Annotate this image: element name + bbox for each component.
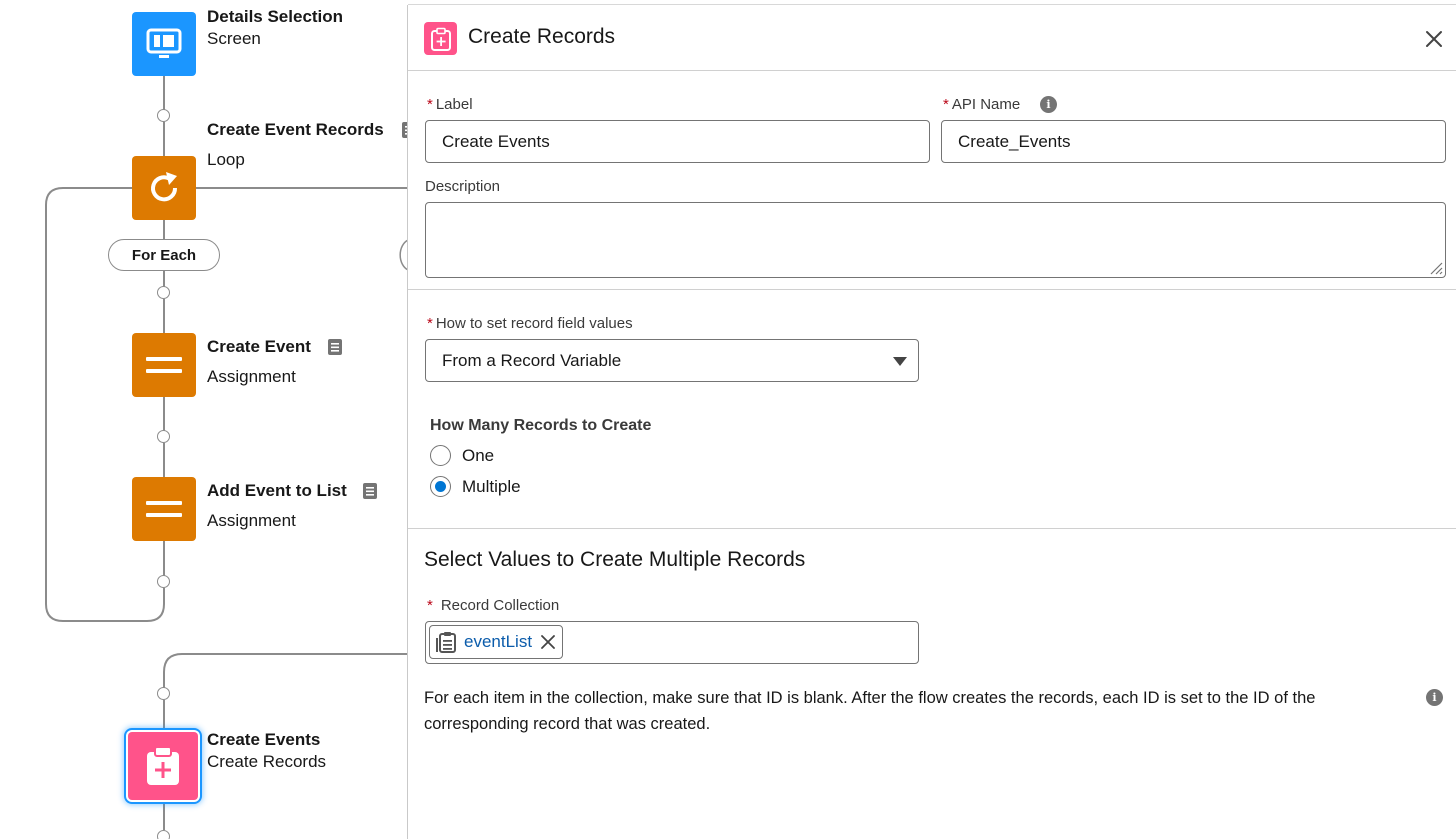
- description-textarea[interactable]: [425, 202, 1446, 278]
- description-icon: [363, 483, 377, 499]
- remove-icon[interactable]: [540, 634, 556, 650]
- radio-option-multiple[interactable]: Multiple: [430, 476, 521, 497]
- label-input[interactable]: Create Events: [425, 120, 930, 163]
- flow-canvas[interactable]: Details Selection Screen Create Event Re…: [0, 0, 408, 839]
- info-icon[interactable]: i: [1426, 689, 1443, 706]
- section-divider: [408, 289, 1456, 290]
- record-collection-input[interactable]: eventList: [425, 621, 919, 664]
- assignment-node-icon[interactable]: [132, 477, 196, 541]
- assignment-icon: [146, 357, 182, 373]
- description-icon: [328, 339, 342, 355]
- screen-node-icon[interactable]: [132, 12, 196, 76]
- help-text: For each item in the collection, make su…: [424, 689, 1316, 733]
- node-title[interactable]: Add Event to List: [207, 481, 347, 501]
- how-to-set-label: * How to set record field values: [427, 315, 633, 332]
- radio-label: Multiple: [462, 476, 521, 496]
- dropdown-arrow-icon: [893, 357, 907, 366]
- close-icon: [1426, 31, 1442, 47]
- properties-panel: Create Records * Label Create Events * API…: [407, 5, 1456, 839]
- panel-title: Create Records: [468, 25, 616, 48]
- node-type: Loop: [207, 150, 245, 169]
- radio-button-selected[interactable]: [430, 476, 451, 497]
- connector-node[interactable]: [157, 575, 170, 588]
- node-title[interactable]: Create Event: [207, 337, 311, 357]
- connector-node[interactable]: [157, 830, 170, 839]
- screen-icon: [146, 28, 182, 58]
- api-name-input[interactable]: Create_Events: [941, 120, 1446, 163]
- node-type: Create Records: [207, 752, 327, 771]
- node-title[interactable]: Create Events: [207, 730, 320, 750]
- panel-header: Create Records: [408, 5, 1456, 71]
- section-divider: [408, 528, 1456, 529]
- node-title[interactable]: Details Selection: [207, 7, 343, 27]
- node-type: Assignment: [207, 367, 296, 386]
- connector-node[interactable]: [157, 109, 170, 122]
- how-to-set-value: From a Record Variable: [442, 350, 622, 370]
- loop-icon: [151, 172, 178, 202]
- description-field-label: Description: [425, 178, 501, 195]
- multiple-records-heading: Select Values to Create Multiple Records: [424, 548, 806, 571]
- resize-handle-icon[interactable]: [1429, 261, 1443, 275]
- close-button[interactable]: [1422, 27, 1446, 51]
- connector-node[interactable]: [157, 286, 170, 299]
- collection-icon: [436, 632, 456, 653]
- connector-node[interactable]: [157, 430, 170, 443]
- node-title[interactable]: Create Event Records: [207, 120, 384, 140]
- assignment-icon: [146, 501, 182, 517]
- how-many-heading: How Many Records to Create: [430, 417, 652, 434]
- radio-button[interactable]: [430, 445, 451, 466]
- create-records-icon: [424, 22, 457, 55]
- create-records-icon: [147, 746, 179, 785]
- info-icon[interactable]: i: [1040, 96, 1057, 113]
- how-to-set-select[interactable]: From a Record Variable: [425, 339, 919, 382]
- node-type: Screen: [207, 29, 261, 48]
- radio-option-one[interactable]: One: [430, 445, 494, 466]
- for-each-label: For Each: [108, 239, 220, 271]
- connector-node[interactable]: [157, 687, 170, 700]
- record-collection-pill[interactable]: eventList: [429, 625, 564, 659]
- node-type: Assignment: [207, 511, 296, 530]
- api-name-field-label: * API Name: [943, 96, 1021, 113]
- radio-label: One: [462, 445, 495, 465]
- record-collection-label: * Record Collection: [427, 597, 560, 614]
- assignment-node-icon[interactable]: [132, 333, 196, 397]
- create-records-node-icon[interactable]: [128, 732, 198, 800]
- label-field-label: * Label: [427, 96, 473, 113]
- loop-node-icon[interactable]: [132, 156, 196, 220]
- record-collection-value: eventList: [464, 632, 533, 651]
